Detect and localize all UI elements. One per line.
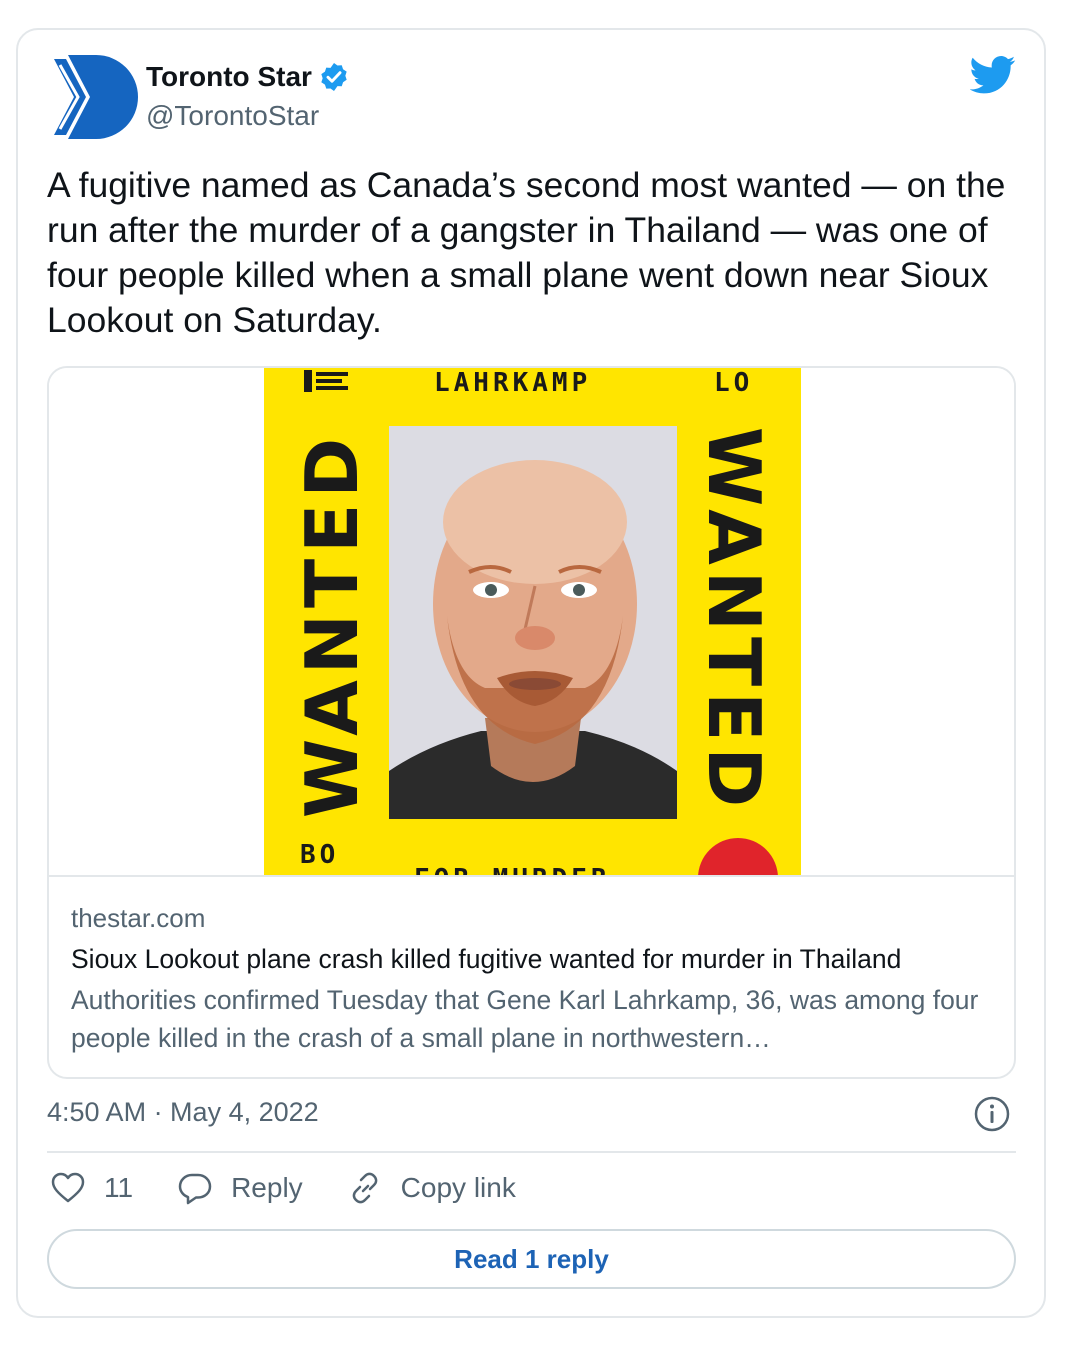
copy-link-button[interactable]: Copy link [347,1170,516,1206]
verified-badge-icon [321,63,347,91]
poster-bottom-left-text: BO [300,840,340,870]
author-name-row[interactable]: Toronto Star [146,61,350,93]
copy-link-label: Copy link [400,1172,516,1203]
poster-bottom-text: FOR MURDER [414,864,611,875]
poster-top-right-text: LO [714,368,754,398]
divider [47,1151,1016,1153]
wanted-left-text: WANTED [290,431,374,819]
toronto-star-logo-icon[interactable] [46,51,138,143]
link-chain-icon [352,1172,378,1204]
twitter-bird-icon[interactable] [970,55,1016,95]
reply-bubble-icon [178,1173,212,1205]
read-replies-button[interactable]: Read 1 reply [47,1229,1016,1289]
author-handle[interactable]: @TorontoStar [146,100,319,132]
tweet-actions: 11 Reply Copy link [50,1170,560,1206]
like-button[interactable]: 11 [50,1170,133,1206]
reply-label: Reply [231,1172,303,1203]
poster-logo-mark-icon [304,370,348,392]
tweet-text: A fugitive named as Canada’s second most… [47,165,1006,340]
link-preview-meta[interactable]: thestar.com Sioux Lookout plane crash ki… [71,901,1001,1057]
link-title: Sioux Lookout plane crash killed fugitiv… [71,944,902,974]
poster-wanted-left: WANTED [290,432,374,818]
poster-top-text: LAHRKAMP [434,368,592,398]
like-count: 11 [104,1172,134,1203]
poster-wanted-right: WANTED [692,427,776,813]
author-name[interactable]: Toronto Star [146,61,312,93]
poster-red-badge [698,838,778,875]
tweet-timestamp[interactable]: 4:50 AM · May 4, 2022 [47,1097,319,1128]
mugshot-photo [389,426,677,819]
link-domain: thestar.com [71,903,206,933]
link-preview-image[interactable]: LAHRKAMP LO WANTED WANTED BO [49,368,1014,877]
info-icon[interactable] [974,1096,1010,1132]
wanted-poster: LAHRKAMP LO WANTED WANTED BO [264,368,801,875]
heart-icon [51,1172,85,1203]
link-description: Authorities confirmed Tuesday that Gene … [71,985,979,1053]
wanted-right-text: WANTED [692,426,776,814]
reply-button[interactable]: Reply [177,1170,303,1206]
link-preview-card[interactable]: LAHRKAMP LO WANTED WANTED BO thestar.com… [47,366,1016,1079]
read-replies-label: Read 1 reply [454,1243,609,1274]
